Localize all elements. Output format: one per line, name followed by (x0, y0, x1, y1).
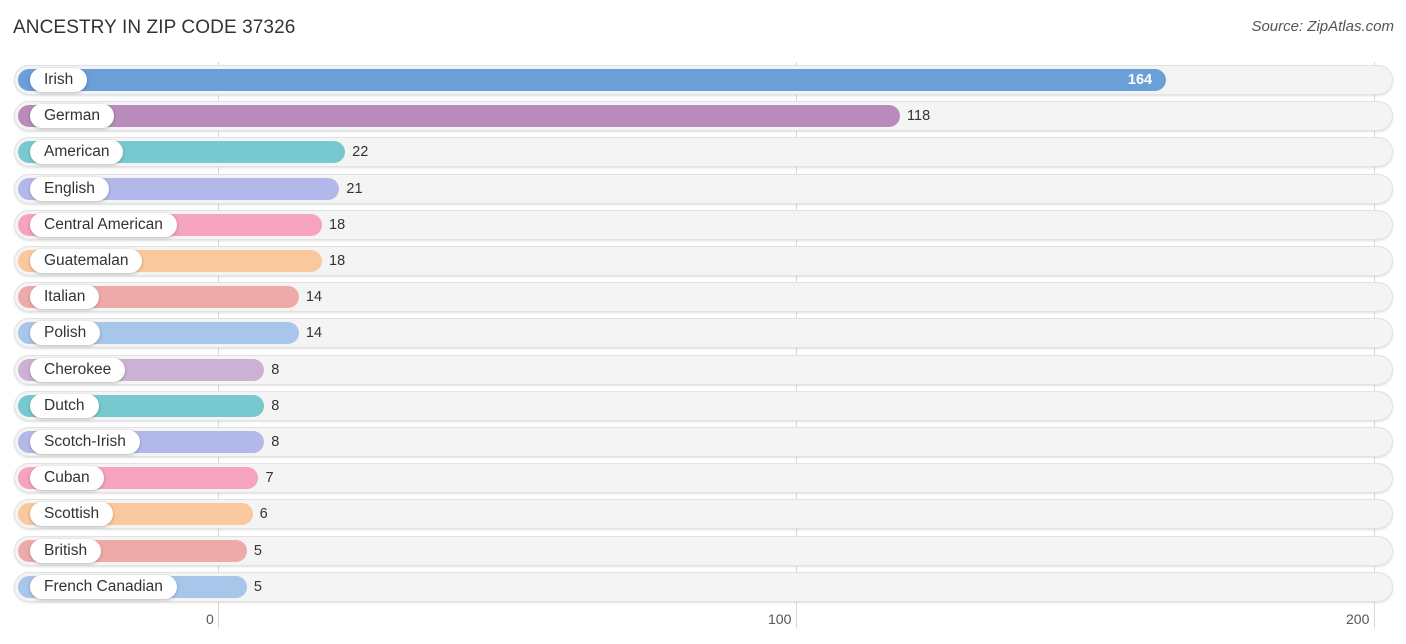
category-label: Guatemalan (30, 249, 143, 273)
value-label: 8 (271, 434, 280, 450)
category-label: British (30, 538, 102, 563)
category-label: Italian (30, 285, 100, 310)
value-label: 5 (253, 542, 262, 559)
category-label: Irish (30, 68, 88, 92)
category-label: Dutch (30, 393, 99, 418)
category-label: Scottish (30, 502, 114, 527)
value-label: 22 (352, 144, 369, 161)
bar-german[interactable] (18, 105, 901, 128)
category-label: Central American (30, 212, 177, 237)
value-label: 5 (253, 578, 262, 595)
category-label: Cuban (30, 466, 104, 491)
value-label: 7 (265, 470, 274, 487)
x-tick-label: 0 (206, 611, 214, 627)
value-label: 14 (305, 289, 323, 306)
category-label: German (30, 104, 114, 129)
category-label: English (30, 176, 109, 201)
x-tick-label: 200 (1346, 611, 1370, 627)
value-label: 8 (271, 397, 280, 414)
category-label: American (30, 140, 124, 165)
category-label: French Canadian (30, 574, 177, 599)
value-label: 18 (329, 253, 346, 269)
bar-irish[interactable] (18, 69, 1166, 91)
x-tick-label: 100 (768, 611, 792, 627)
value-label: 14 (305, 325, 323, 342)
bar-chart: Irish 164 German 118 American 22 English 21 Cent… (0, 0, 1406, 644)
value-label: 18 (329, 216, 346, 233)
value-label: 6 (259, 506, 268, 523)
value-label: 118 (907, 108, 931, 125)
category-label: Polish (30, 321, 101, 346)
category-label: Scotch-Irish (30, 430, 140, 454)
value-label: 164 (1127, 72, 1153, 88)
category-label: Cherokee (30, 357, 126, 382)
value-label: 8 (271, 361, 280, 378)
value-label: 21 (346, 180, 363, 197)
